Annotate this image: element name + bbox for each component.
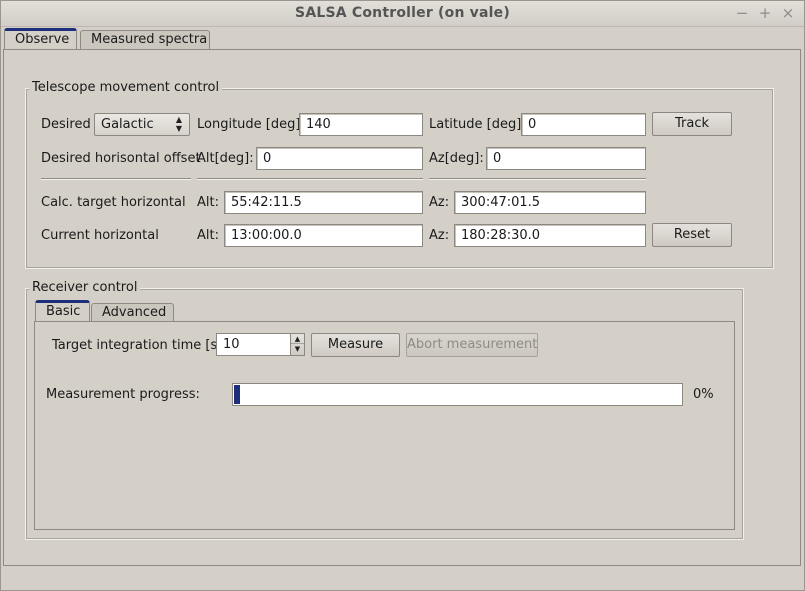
tab-advanced[interactable]: Advanced (91, 303, 174, 322)
separator-line (429, 178, 646, 180)
calc-az-field[interactable]: 300:47:01.5 (454, 191, 646, 214)
maximize-icon[interactable]: + (756, 4, 774, 22)
current-az-label: Az: (429, 228, 450, 243)
calc-alt-label: Alt: (197, 195, 219, 210)
close-icon[interactable]: × (779, 4, 797, 22)
offset-az-label: Az[deg]: (429, 151, 484, 166)
integration-time-label: Target integration time [s] (52, 338, 223, 353)
coordinate-system-value: Galactic (101, 117, 154, 132)
telescope-group-title: Telescope movement control (29, 80, 223, 95)
offset-az-input[interactable]: 0 (486, 147, 646, 170)
offset-label: Desired horisontal offset (41, 151, 201, 166)
progress-fill (234, 385, 240, 404)
measurement-progress-bar (232, 383, 683, 406)
longitude-label: Longitude [deg] (197, 117, 301, 132)
triangle-down-icon[interactable]: ▼ (291, 344, 304, 354)
tab-observe-label: Observe (15, 32, 70, 47)
offset-alt-label: Alt[deg]: (197, 151, 254, 166)
triangle-up-icon[interactable]: ▲ (291, 334, 304, 344)
reset-button[interactable]: Reset (652, 223, 732, 247)
tab-basic[interactable]: Basic (35, 300, 90, 322)
tab-advanced-label: Advanced (102, 305, 167, 320)
calc-az-label: Az: (429, 195, 450, 210)
progress-label: Measurement progress: (46, 387, 200, 402)
current-alt-field[interactable]: 13:00:00.0 (224, 224, 423, 247)
measure-button[interactable]: Measure (311, 333, 400, 357)
minimize-icon[interactable]: − (733, 4, 751, 22)
current-alt-label: Alt: (197, 228, 219, 243)
desired-label: Desired (41, 117, 91, 132)
abort-measurement-button[interactable]: Abort measurement (406, 333, 538, 357)
integration-time-stepper[interactable]: 10 ▲ ▼ (216, 333, 305, 356)
window-title: SALSA Controller (on vale) (295, 5, 510, 21)
receiver-group-title: Receiver control (29, 280, 141, 295)
progress-percent: 0% (693, 387, 714, 402)
tab-measured-spectra-label: Measured spectra (91, 32, 208, 47)
stepper-buttons: ▲ ▼ (290, 334, 304, 355)
current-az-field[interactable]: 180:28:30.0 (454, 224, 646, 247)
separator-line (197, 178, 423, 180)
tab-measured-spectra[interactable]: Measured spectra (80, 30, 210, 49)
current-horizontal-label: Current horizontal (41, 228, 159, 243)
updown-arrows-icon: ▲ ▼ (175, 115, 183, 133)
separator-line (41, 178, 191, 180)
track-button[interactable]: Track (652, 112, 732, 136)
offset-alt-input[interactable]: 0 (256, 147, 423, 170)
integration-time-value: 10 (223, 337, 240, 352)
tab-observe[interactable]: Observe (4, 28, 77, 50)
latitude-input[interactable]: 0 (521, 113, 646, 136)
coordinate-system-select[interactable]: Galactic ▲ ▼ (94, 113, 190, 136)
tab-basic-label: Basic (46, 304, 81, 319)
calc-alt-field[interactable]: 55:42:11.5 (224, 191, 423, 214)
longitude-input[interactable]: 140 (299, 113, 423, 136)
title-bar[interactable]: SALSA Controller (on vale) − + × (1, 1, 804, 27)
calc-target-label: Calc. target horizontal (41, 195, 186, 210)
main-window: SALSA Controller (on vale) − + × Observe… (0, 0, 805, 591)
latitude-label: Latitude [deg] (429, 117, 522, 132)
